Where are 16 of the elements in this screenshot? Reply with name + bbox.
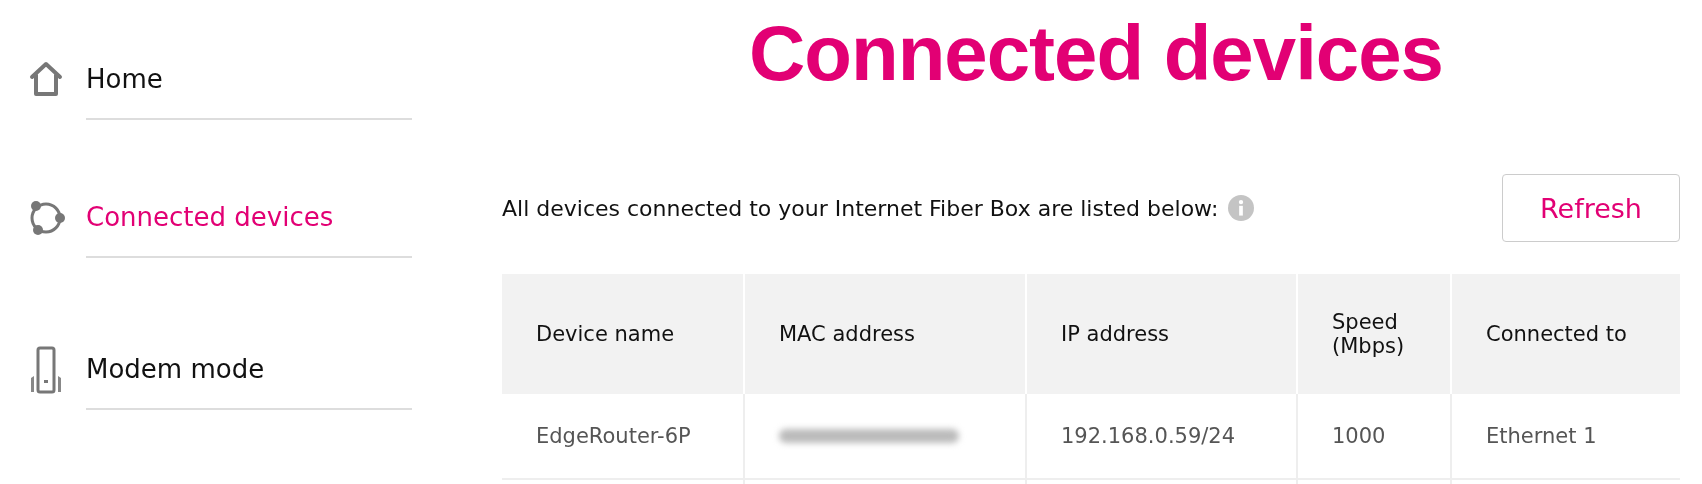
table-cell: EdgeRouter-6P — [502, 394, 745, 480]
table-cell: Ethernet 1 — [1452, 394, 1680, 480]
table-cell: 192.168.0.59/24 — [1027, 394, 1298, 480]
table-cell: 1000 — [1298, 394, 1452, 480]
column-header: Connected to — [1452, 274, 1680, 394]
refresh-button[interactable]: Refresh — [1502, 174, 1680, 242]
page-title: Connected devices — [748, 8, 1444, 98]
column-header: Speed (Mbps) — [1298, 274, 1452, 394]
sidebar-item[interactable]: Modem mode — [86, 330, 412, 410]
column-header: Device name — [502, 274, 745, 394]
column-header: MAC address — [745, 274, 1027, 394]
sidebar-item[interactable]: Connected devices — [86, 178, 412, 258]
column-header: IP address — [1027, 274, 1298, 394]
info-icon[interactable] — [1228, 195, 1255, 221]
sidebar-item[interactable]: Home — [86, 40, 412, 120]
description-text: All devices connected to your Internet Fiber Box are listed below: — [502, 195, 1219, 221]
